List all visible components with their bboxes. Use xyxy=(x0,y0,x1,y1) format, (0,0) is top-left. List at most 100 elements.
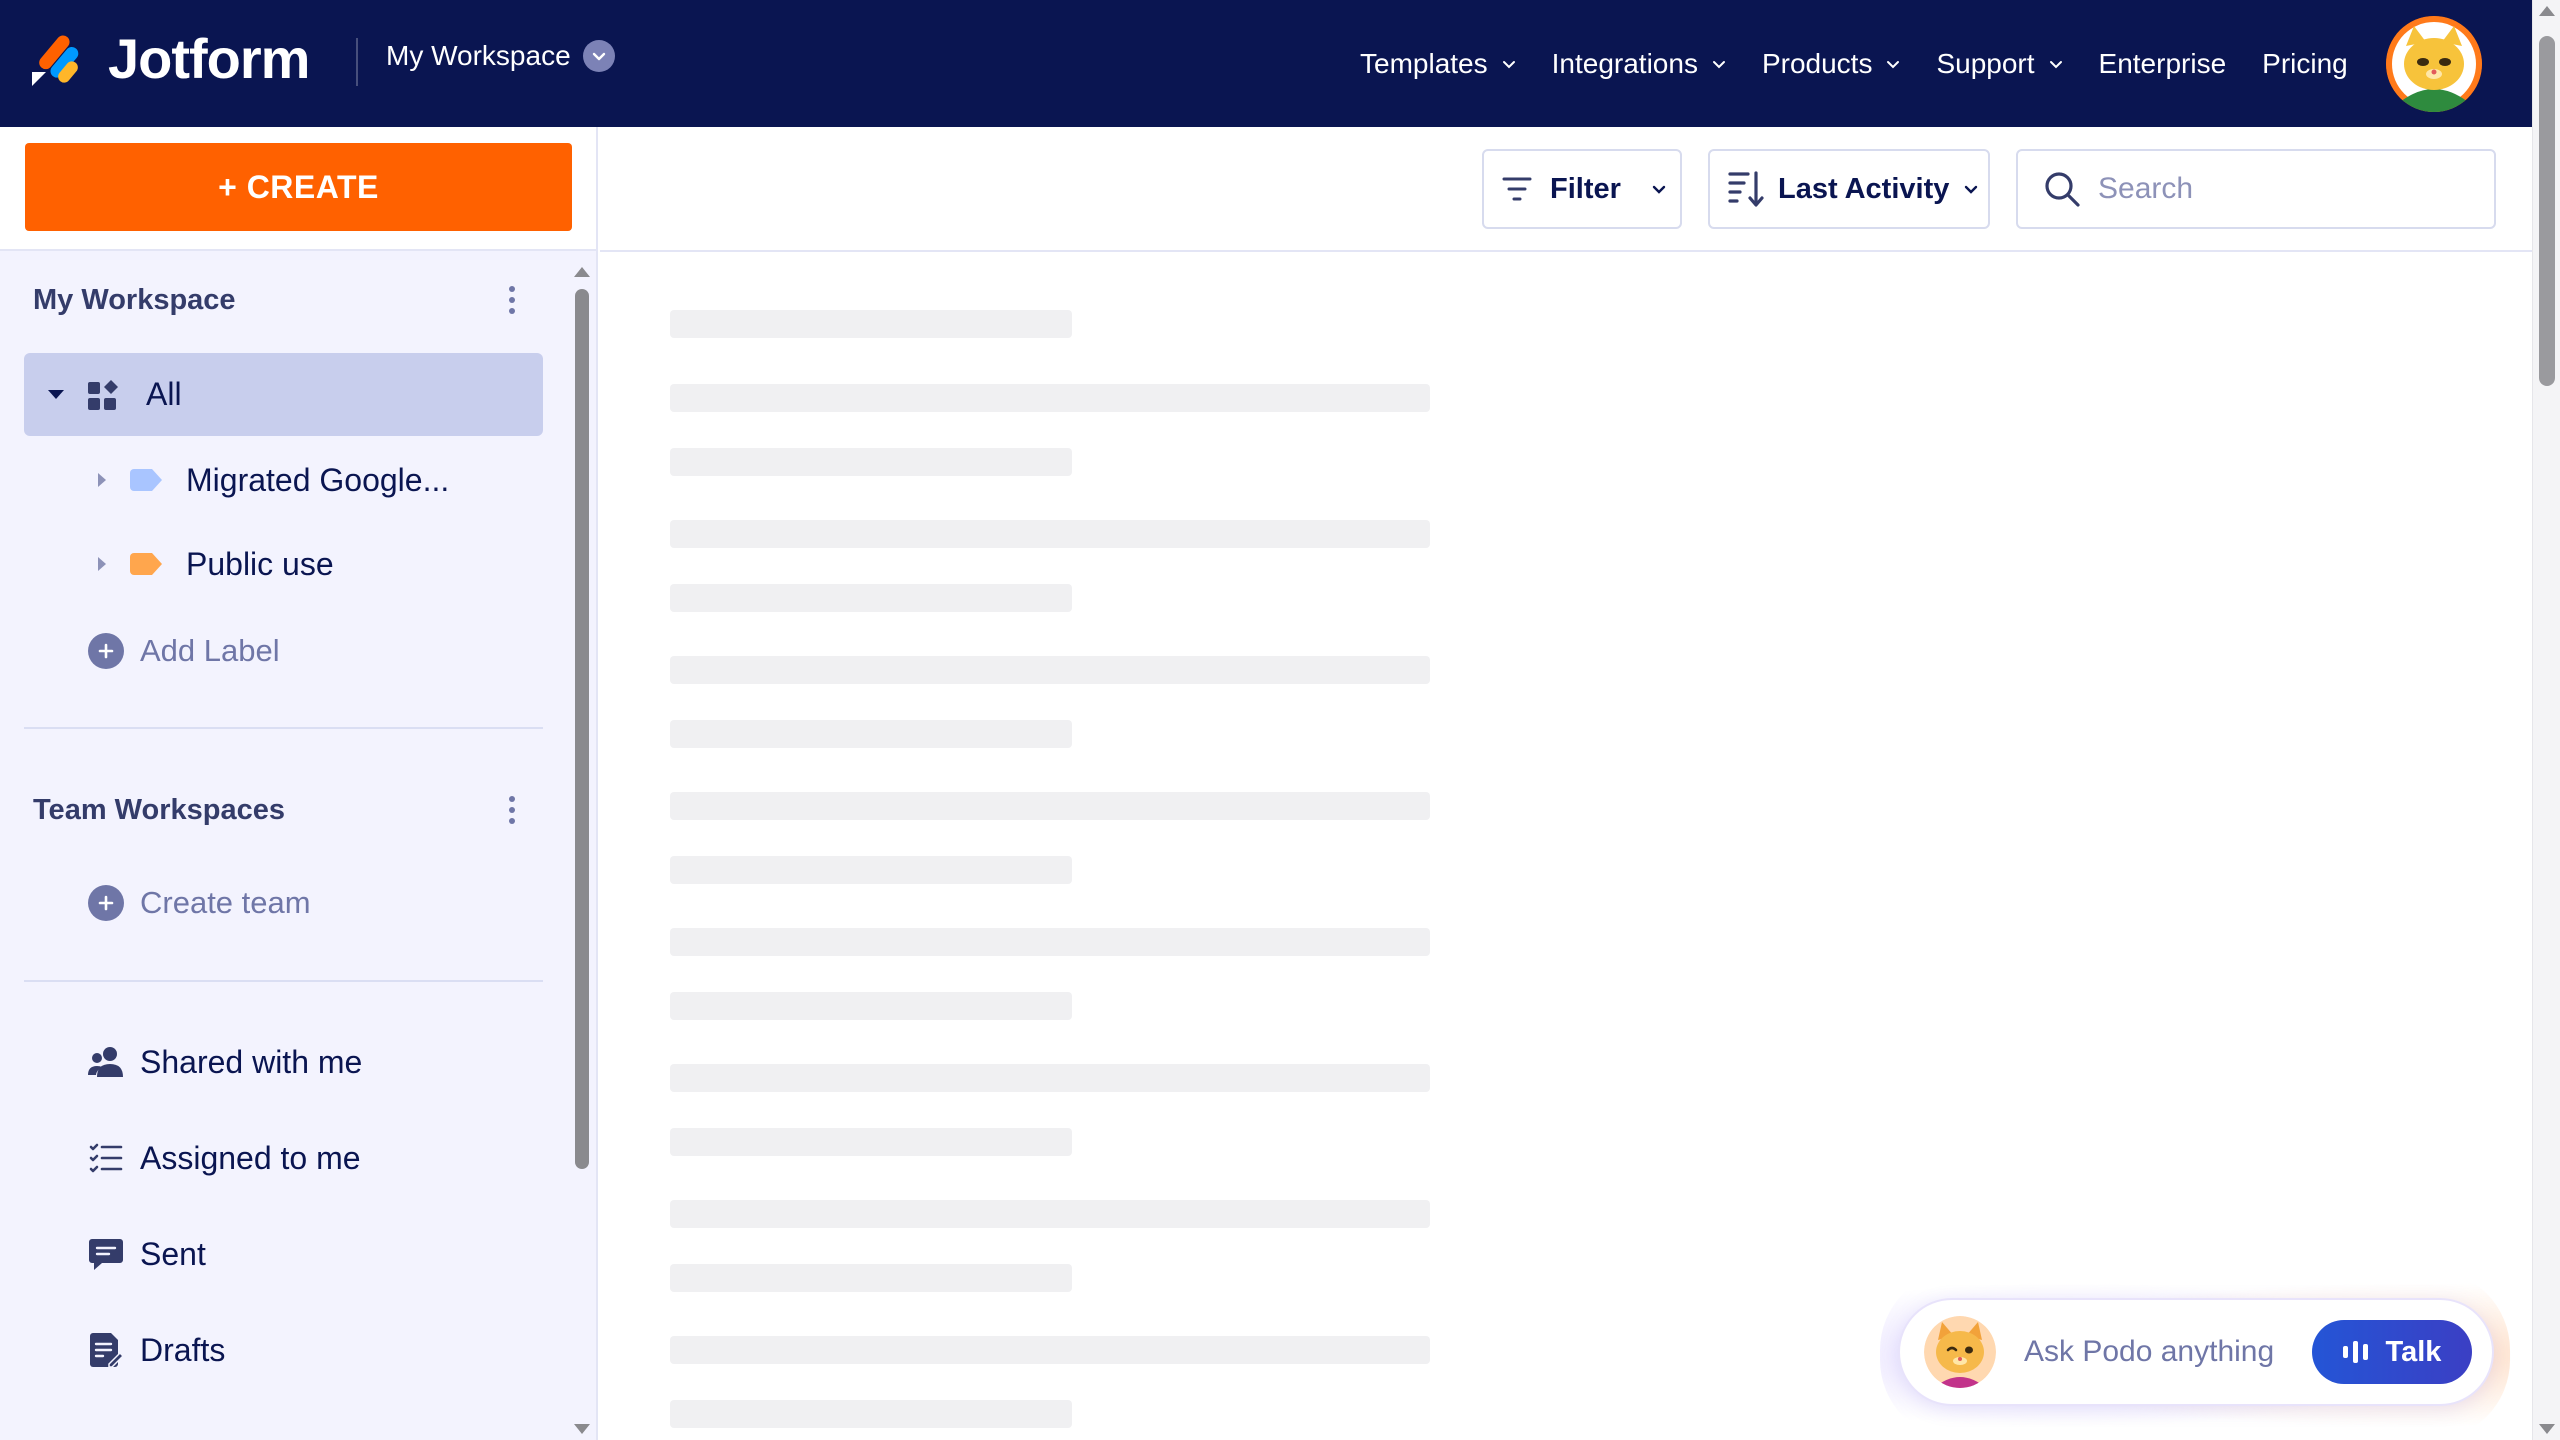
talk-button-label: Talk xyxy=(2385,1335,2442,1368)
sidebar: + CREATE My Workspace All Migrated Googl… xyxy=(0,127,598,1440)
workspace-switcher-label: My Workspace xyxy=(386,40,571,71)
loading-placeholder xyxy=(670,448,1072,476)
sidebar-divider xyxy=(24,980,543,982)
search-icon xyxy=(2045,172,2080,207)
podo-avatar xyxy=(1924,1316,1996,1388)
add-label-button[interactable]: Add Label xyxy=(88,633,280,669)
scroll-up-arrow-icon[interactable] xyxy=(574,267,590,277)
nav-pricing[interactable]: Pricing xyxy=(2262,48,2348,80)
jotform-logo-icon xyxy=(32,34,79,86)
user-avatar[interactable] xyxy=(2386,16,2482,112)
nav-pricing-label: Pricing xyxy=(2262,47,2348,79)
brand-name: Jotform xyxy=(108,27,310,90)
chevron-down-icon xyxy=(1887,60,1900,68)
scroll-down-arrow-icon[interactable] xyxy=(574,1424,590,1434)
loading-placeholder xyxy=(670,792,1430,820)
loading-placeholder xyxy=(670,856,1072,884)
create-button[interactable]: + CREATE xyxy=(25,143,572,231)
loading-placeholder xyxy=(670,1400,1072,1428)
filter-icon xyxy=(1502,177,1532,201)
plus-circle-icon xyxy=(88,885,124,921)
top-navigation-bar: Jotform My Workspace Templates Integrati… xyxy=(0,0,2532,127)
chevron-down-icon xyxy=(1965,185,1978,194)
sidebar-item-assigned-to-me[interactable]: Assigned to me xyxy=(86,1138,361,1178)
sidebar-scrollbar-thumb[interactable] xyxy=(575,289,589,1169)
nav-enterprise[interactable]: Enterprise xyxy=(2099,48,2227,80)
checklist-icon xyxy=(86,1138,126,1178)
sidebar-item-all-label: All xyxy=(146,376,182,412)
podo-assistant-bar[interactable]: Ask Podo anything Talk xyxy=(1898,1298,2494,1406)
talk-button[interactable]: Talk xyxy=(2312,1320,2472,1384)
nav-products-label: Products xyxy=(1761,47,1873,79)
create-team-text: Create team xyxy=(140,885,311,920)
filter-button[interactable]: Filter xyxy=(1482,149,1682,229)
people-icon xyxy=(86,1042,126,1082)
loading-placeholder xyxy=(670,1128,1072,1156)
chevron-down-icon xyxy=(1712,60,1725,68)
sidebar-label-migrated-google[interactable]: Migrated Google... xyxy=(24,445,543,515)
loading-placeholder xyxy=(670,520,1430,548)
loading-placeholder xyxy=(670,310,1072,338)
loading-placeholder xyxy=(670,384,1430,412)
nav-support-label: Support xyxy=(1936,47,2035,79)
loading-placeholder xyxy=(670,720,1072,748)
sidebar-item-all[interactable]: All xyxy=(24,353,543,436)
sidebar-item-label: Shared with me xyxy=(140,1043,363,1080)
sidebar-item-shared-with-me[interactable]: Shared with me xyxy=(86,1042,362,1082)
nav-divider xyxy=(356,38,358,86)
workspace-switcher[interactable]: My Workspace xyxy=(386,40,615,72)
my-workspace-more-icon[interactable] xyxy=(500,282,524,318)
nav-enterprise-label: Enterprise xyxy=(2098,47,2227,79)
page-scrollbar[interactable] xyxy=(2532,0,2560,1440)
sort-button[interactable]: Last Activity xyxy=(1708,149,1990,229)
sidebar-label-public-use[interactable]: Public use xyxy=(24,529,543,599)
team-workspaces-more-icon[interactable] xyxy=(500,792,524,828)
scroll-down-arrow-icon[interactable] xyxy=(2539,1424,2555,1434)
create-team-button[interactable]: Create team xyxy=(88,885,311,921)
chevron-down-icon xyxy=(582,40,615,72)
nav-integrations[interactable]: Integrations xyxy=(1552,48,1726,80)
loading-placeholder xyxy=(670,992,1072,1020)
team-workspaces-title: Team Workspaces xyxy=(33,794,285,826)
chevron-down-icon xyxy=(1502,60,1515,68)
sidebar-item-drafts[interactable]: Drafts xyxy=(86,1330,225,1370)
grid-icon xyxy=(88,379,118,410)
add-label-text: Add Label xyxy=(140,633,280,668)
podo-ask-text[interactable]: Ask Podo anything xyxy=(2024,1335,2274,1369)
search-box[interactable] xyxy=(2016,149,2496,229)
sidebar-item-label: Assigned to me xyxy=(140,1139,361,1176)
label-tag-icon xyxy=(130,469,162,491)
loading-placeholder xyxy=(670,656,1430,684)
sidebar-item-label: Sent xyxy=(140,1235,206,1272)
caret-down-icon[interactable] xyxy=(48,390,64,399)
loading-placeholder xyxy=(670,1200,1430,1228)
sidebar-scrollbar[interactable] xyxy=(568,259,596,1440)
loading-placeholder xyxy=(670,1264,1072,1292)
list-toolbar: Filter Last Activity xyxy=(600,127,2532,252)
caret-right-icon[interactable] xyxy=(98,473,106,487)
sidebar-item-sent[interactable]: Sent xyxy=(86,1234,206,1274)
nav-templates[interactable]: Templates xyxy=(1360,48,1516,80)
search-input[interactable] xyxy=(2098,172,2478,206)
loading-placeholder xyxy=(670,1336,1430,1364)
chevron-down-icon xyxy=(1652,185,1666,194)
scroll-up-arrow-icon[interactable] xyxy=(2539,6,2555,16)
nav-products[interactable]: Products xyxy=(1762,48,1901,80)
caret-right-icon[interactable] xyxy=(98,557,106,571)
sidebar-item-label: Drafts xyxy=(140,1331,226,1368)
loading-placeholder xyxy=(670,584,1072,612)
chevron-down-icon xyxy=(2049,60,2062,68)
page-scrollbar-thumb[interactable] xyxy=(2539,36,2555,386)
cat-avatar-icon xyxy=(2386,16,2482,112)
nav-support[interactable]: Support xyxy=(1936,48,2062,80)
label-tag-icon xyxy=(130,553,162,575)
voice-bars-icon xyxy=(2342,1341,2368,1363)
filter-button-label: Filter xyxy=(1550,172,1621,205)
main-nav: Templates Integrations Products Support … xyxy=(1360,0,2384,127)
draft-icon xyxy=(86,1330,126,1370)
my-workspace-title: My Workspace xyxy=(33,284,236,316)
plus-circle-icon xyxy=(88,633,124,669)
nav-integrations-label: Integrations xyxy=(1551,47,1698,79)
jotform-logo[interactable]: Jotform xyxy=(28,26,310,91)
message-icon xyxy=(86,1234,126,1274)
